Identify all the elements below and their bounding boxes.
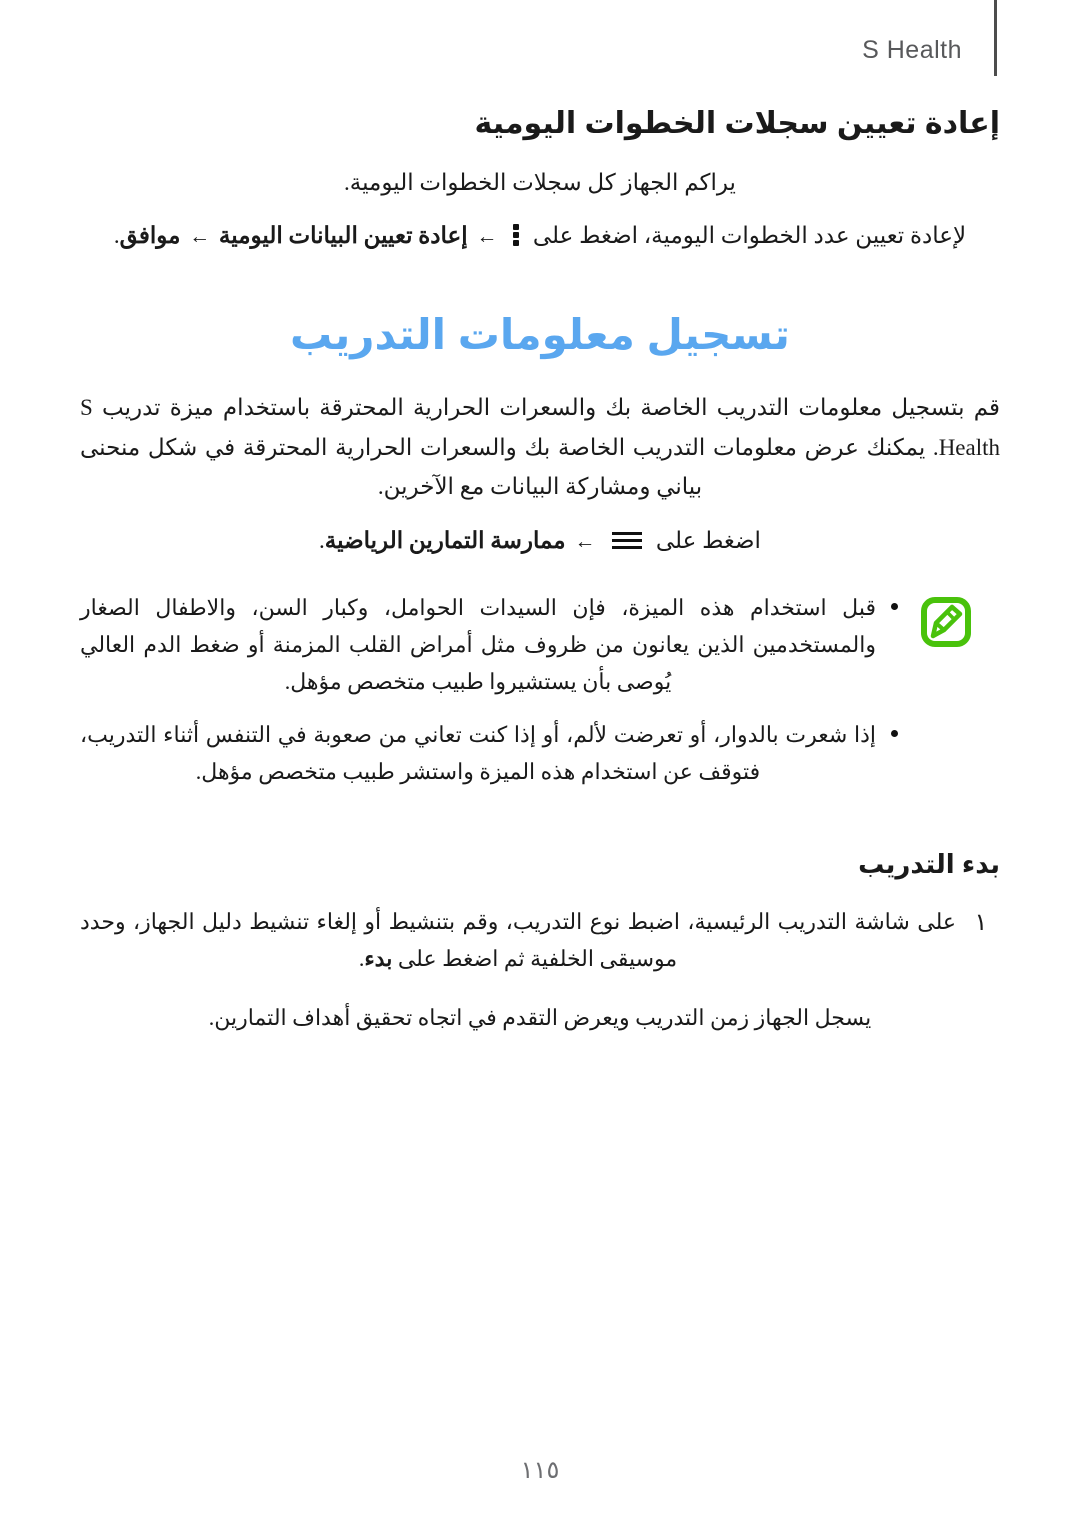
page-content: إعادة تعيين سجلات الخطوات اليومية يراكم … — [80, 104, 1000, 1037]
training-intro-paragraph: قم بتسجيل معلومات التدريب الخاصة بك والس… — [80, 395, 1000, 500]
reset-instruction-paragraph: لإعادة تعيين عدد الخطوات اليومية، اضغط ع… — [80, 216, 1000, 256]
reset-instruction-lead: لإعادة تعيين عدد الخطوات اليومية، اضغط ع… — [532, 223, 967, 249]
note-item-text: قبل استخدام هذه الميزة، فإن السيدات الحو… — [80, 595, 876, 695]
header-title: S Health — [862, 36, 962, 64]
note-block: قبل استخدام هذه الميزة، فإن السيدات الحو… — [80, 590, 1000, 791]
note-pencil-icon — [920, 596, 972, 648]
arrow-separator-1: ← — [476, 224, 498, 249]
page-number: ١١٥ — [520, 1457, 560, 1484]
steps-list: ١ على شاشة التدريب الرئيسية، اضبط نوع ال… — [80, 904, 1000, 978]
header-divider-icon — [994, 0, 997, 76]
menu-path-ok: موافق — [119, 223, 181, 249]
training-instruction-lead: اضغط على — [655, 527, 761, 553]
document-page: S Health إعادة تعيين سجلات الخطوات اليوم… — [0, 0, 1080, 1527]
section-heading-record-training-info: تسجيل معلومات التدريب — [290, 310, 790, 358]
menu-path-reset-daily-data: إعادة تعيين البيانات اليومية — [218, 223, 468, 249]
section-heading-start-training: بدء التدريب — [858, 849, 1000, 880]
bullet-icon — [891, 730, 898, 738]
note-item: إذا شعرت بالدوار، أو تعرضت لألم، أو إذا … — [80, 717, 902, 791]
note-item-text: إذا شعرت بالدوار، أو تعرضت لألم، أو إذا … — [80, 722, 876, 785]
hamburger-menu-icon — [612, 531, 643, 551]
step-item: ١ على شاشة التدريب الرئيسية، اضبط نوع ال… — [80, 904, 1000, 978]
note-item: قبل استخدام هذه الميزة، فإن السيدات الحو… — [80, 590, 902, 701]
step-text-before: على شاشة التدريب الرئيسية، اضبط نوع التد… — [80, 909, 956, 972]
menu-path-exercise: ممارسة التمارين الرياضية — [324, 527, 566, 553]
step-number: ١ — [974, 910, 988, 937]
training-instruction-paragraph: اضغط على ← ممارسة التمارين الرياضية. — [80, 521, 1000, 561]
note-list: قبل استخدام هذه الميزة، فإن السيدات الحو… — [80, 590, 902, 791]
bullet-icon — [891, 603, 898, 611]
arrow-separator-3: ← — [574, 528, 596, 553]
arrow-separator-2: ← — [189, 224, 211, 249]
more-options-icon — [513, 223, 520, 247]
start-training-follow-up: يسجل الجهاز زمن التدريب ويعرض التقدم في … — [208, 1005, 872, 1031]
step-bold-term-start: بدء — [364, 946, 393, 972]
reset-intro-paragraph: يراكم الجهاز كل سجلات الخطوات اليومية. — [344, 169, 736, 195]
running-header: S Health — [0, 0, 1080, 92]
section-heading-reset-step-records: إعادة تعيين سجلات الخطوات اليومية — [474, 107, 1000, 140]
